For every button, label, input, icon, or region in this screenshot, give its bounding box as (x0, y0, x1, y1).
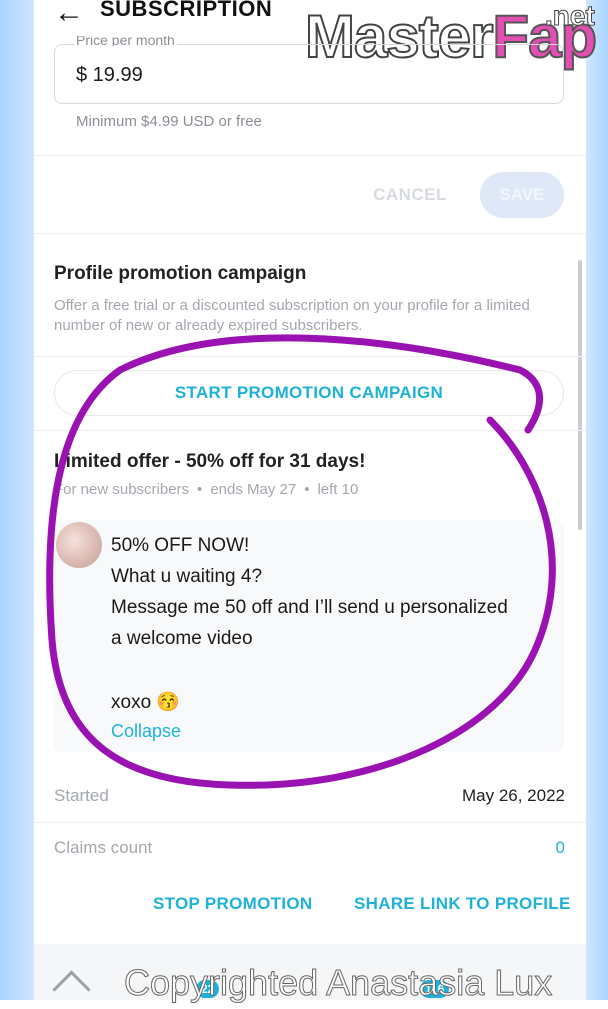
scrollbar[interactable] (578, 260, 582, 530)
price-label: Price per month (74, 36, 177, 46)
left-background (0, 0, 34, 1000)
started-value: May 26, 2022 (461, 786, 565, 805)
watermark-suffix: .net (545, 0, 596, 32)
offer-left: left 10 (317, 481, 359, 498)
divider (34, 822, 586, 823)
stop-promotion-button[interactable]: STOP PROMOTION (153, 894, 312, 914)
right-background (586, 0, 608, 1000)
message-line: Message me 50 off and I’ll send u person… (111, 597, 508, 618)
start-promotion-button[interactable]: START PROMOTION CAMPAIGN (54, 370, 564, 416)
divider (34, 430, 586, 431)
avatar[interactable] (56, 522, 102, 568)
save-button[interactable]: SAVE (480, 172, 564, 218)
divider (34, 233, 586, 234)
message-line: a welcome video (111, 628, 253, 649)
page-title: SUBSCRIPTION (100, 0, 273, 21)
message-line: What u waiting 4? (111, 566, 263, 587)
offer-ends: ends May 27 (210, 481, 297, 498)
claims-value[interactable]: 0 (556, 838, 565, 858)
offer-title: Limited offer - 50% off for 31 days! (54, 451, 366, 472)
price-value[interactable]: $ 19.99 (76, 64, 143, 87)
offer-audience: For new subscribers (54, 481, 190, 498)
promotion-description: Offer a free trial or a discounted subsc… (54, 297, 530, 334)
message-line: 50% OFF NOW! (111, 535, 250, 556)
message-line: xoxo 😚 (111, 692, 181, 713)
offer-meta: For new subscribers • ends May 27 • left 10 (54, 481, 359, 498)
promotion-section-title: Profile promotion campaign (54, 263, 307, 284)
arrow-left-icon[interactable]: ← (54, 0, 84, 30)
cancel-button[interactable]: CANCEL (360, 174, 460, 216)
collapse-link[interactable]: Collapse (111, 721, 181, 742)
claims-label: Claims count (54, 838, 153, 857)
share-link-button[interactable]: SHARE LINK TO PROFILE (354, 894, 571, 914)
copyright-watermark: Copyrighted Anastasia Lux (123, 962, 553, 1004)
started-label: Started (54, 786, 109, 805)
price-help-text: Minimum $4.99 USD or free (76, 113, 262, 130)
divider (34, 155, 586, 156)
divider (34, 356, 586, 357)
